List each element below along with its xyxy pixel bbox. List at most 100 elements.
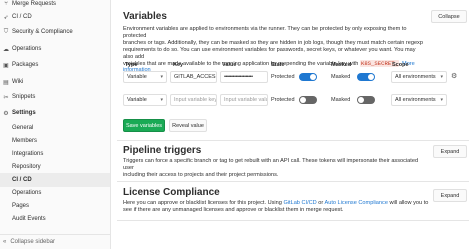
toggle-knob [300, 97, 306, 103]
collapse-sidebar-button[interactable]: « Collapse sidebar [0, 234, 110, 249]
sidebar-subitem-audit-events[interactable]: Audit Events [0, 212, 110, 226]
auto-license-compliance-link[interactable]: Auto License Compliance [325, 200, 388, 206]
section-divider [117, 220, 469, 221]
chevron-down-icon: ▾ [440, 97, 443, 103]
variable-key-input[interactable]: GITLAB_ACCESS_TOKEN [170, 71, 217, 83]
desc-line: Environment variables are applied to env… [123, 26, 407, 39]
package-icon: ▣ [3, 62, 9, 69]
sidebar-subitem-pages[interactable]: Pages [0, 199, 110, 213]
masked-toggle[interactable] [357, 96, 375, 104]
sidebar-subitem-label: CI / CD [12, 177, 32, 183]
scissors-icon: ✂ [3, 94, 9, 101]
select-value: All environments [395, 74, 436, 80]
desc-line: Here you can approve or blacklist licens… [123, 200, 433, 207]
protected-label: Protected [271, 97, 295, 103]
sidebar-subitem-label: General [12, 125, 34, 131]
environment-scope-select[interactable]: All environments ▾ [391, 94, 447, 106]
license-compliance-expand-button[interactable]: Expand [433, 189, 467, 202]
gitlab-ci-cd-link[interactable]: GitLab CI/CD [283, 200, 316, 206]
sidebar-item-packages[interactable]: ▣ Packages [0, 58, 110, 72]
pipeline-triggers-title: Pipeline triggers [123, 145, 202, 156]
collapse-sidebar-label: Collapse sidebar [10, 239, 56, 245]
sidebar-item-settings[interactable]: ⚙ Settings [0, 106, 110, 120]
pipeline-triggers-expand-button[interactable]: Expand [433, 145, 467, 158]
sidebar-item-label: Operations [12, 46, 42, 52]
select-value: Variable [127, 97, 147, 103]
masked-label: Masked [331, 74, 351, 80]
protected-toggle[interactable] [299, 96, 317, 104]
sidebar-item-label: CI / CD [12, 14, 32, 20]
desc-text: will allow you to [389, 200, 429, 206]
sidebar-item-wiki[interactable]: ▤ Wiki [0, 75, 110, 89]
column-header-value: Value [222, 62, 237, 68]
variable-type-select[interactable]: Variable ▾ [123, 94, 167, 106]
sidebar-subitem-label: Repository [12, 164, 41, 170]
column-header-type: Type [125, 62, 138, 68]
sidebar-subitem-label: Operations [12, 190, 42, 196]
sidebar-item-label: Snippets [12, 94, 36, 100]
desc-line: including their access to projects and t… [123, 171, 279, 178]
gear-icon[interactable]: ⚙ [451, 72, 457, 80]
sidebar-subitem-repository[interactable]: Repository [0, 160, 110, 174]
protected-label: Protected [271, 74, 295, 80]
chevron-down-icon: ▾ [440, 74, 443, 80]
column-header-key: Key [173, 62, 184, 68]
license-compliance-title: License Compliance [123, 187, 220, 198]
sidebar-item-operations[interactable]: ☁ Operations [0, 42, 110, 56]
protected-toggle[interactable] [299, 73, 317, 81]
merge-request-icon: ⑂ [4, 1, 8, 7]
variable-value-input[interactable]: •••••••••••••••••••• [220, 71, 268, 83]
desc-text: variables that are made available to the… [123, 60, 359, 67]
section-divider [117, 140, 469, 141]
sidebar-subitem-label: Audit Events [12, 216, 46, 222]
book-icon: ▤ [3, 79, 9, 86]
variable-type-select[interactable]: Variable ▾ [123, 71, 167, 83]
sidebar-subitem-integrations[interactable]: Integrations [0, 147, 110, 161]
desc-text: Here you can approve or blacklist licens… [123, 200, 282, 206]
desc-text: or [318, 200, 324, 206]
toggle-knob [368, 74, 374, 80]
sidebar-subitem-general[interactable]: General [0, 121, 110, 135]
toggle-knob [310, 74, 316, 80]
gear-icon: ⚙ [3, 110, 9, 117]
sidebar-subitem-ci-cd[interactable]: CI / CD [0, 173, 110, 187]
pipeline-triggers-description: Triggers can force a specific branch or … [123, 158, 428, 179]
sidebar-item-label: Wiki [12, 79, 24, 85]
environment-scope-select[interactable]: All environments ▾ [391, 71, 447, 83]
masked-toggle[interactable] [357, 73, 375, 81]
sidebar-item-label: Settings [12, 110, 36, 116]
reveal-value-button[interactable]: Reveal value [169, 119, 207, 132]
variable-value-input[interactable]: Input variable value [220, 94, 268, 106]
desc-line: branches or tags. Additionally, they can… [123, 39, 423, 46]
select-value: All environments [395, 97, 436, 103]
sidebar-subitem-label: Integrations [12, 151, 44, 157]
sidebar-subitem-members[interactable]: Members [0, 134, 110, 148]
save-variables-button[interactable]: Save variables [123, 119, 165, 132]
sidebar-item-ci-cd[interactable]: ➶ CI / CD [0, 10, 110, 24]
section-divider [117, 181, 469, 182]
chevron-down-icon: ▾ [160, 74, 163, 80]
select-value: Variable [127, 74, 147, 80]
column-header-masked: Masked [331, 62, 352, 68]
sidebar-item-snippets[interactable]: ✂ Snippets [0, 90, 110, 104]
double-chevron-left-icon: « [3, 239, 7, 245]
sidebar-item-label: Security & Compliance [12, 29, 73, 35]
sidebar-subitem-operations[interactable]: Operations [0, 186, 110, 200]
shield-icon: ⛉ [3, 28, 9, 35]
column-header-state: State [271, 62, 285, 68]
masked-label: Masked [331, 97, 351, 103]
main-content: Variables Collapse Environment variables… [111, 0, 474, 249]
variables-collapse-button[interactable]: Collapse [431, 10, 467, 23]
chevron-down-icon: ▾ [160, 97, 163, 103]
sidebar-item-label: Packages [12, 62, 39, 68]
rocket-icon: ➶ [3, 14, 9, 21]
column-header-scope: Scope [392, 62, 409, 68]
sidebar-subitem-label: Members [12, 138, 38, 144]
desc-line: Triggers can force a specific branch or … [123, 158, 419, 171]
variables-title: Variables [123, 11, 167, 22]
desc-line: see if there are any unmanaged licenses … [123, 206, 344, 213]
sidebar-item-label: Merge Requests [12, 1, 57, 7]
sidebar-item-security[interactable]: ⛉ Security & Compliance [0, 25, 110, 39]
sidebar-subitem-label: Pages [12, 203, 30, 209]
variable-key-input[interactable]: Input variable key [170, 94, 217, 106]
